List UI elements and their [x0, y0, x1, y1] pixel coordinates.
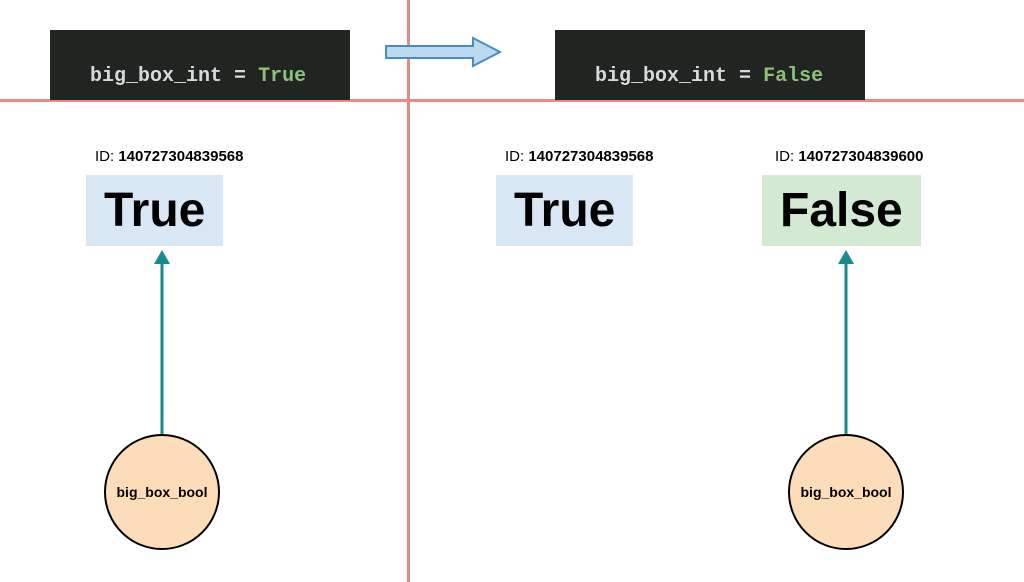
code-box-right: big_box_int = False	[555, 30, 865, 100]
code-box-left: big_box_int = True	[50, 30, 350, 100]
id-label-right-true: ID: 140727304839568	[505, 148, 653, 165]
id-label-left-true: ID: 140727304839568	[95, 148, 243, 165]
id-prefix: ID:	[95, 148, 118, 165]
vertical-divider	[407, 0, 410, 582]
id-prefix: ID:	[775, 148, 798, 165]
value-box-left-true: True	[86, 175, 223, 246]
arrow-up-icon	[150, 250, 174, 434]
value-text: True	[514, 184, 615, 237]
variable-name: big_box_bool	[801, 484, 892, 500]
code-op: =	[222, 65, 258, 88]
value-box-right-false: False	[762, 175, 921, 246]
code-var: big_box_int	[595, 65, 727, 88]
value-text: False	[780, 184, 903, 237]
variable-circle-right: big_box_bool	[788, 434, 904, 550]
code-value: False	[763, 65, 823, 88]
id-number: 140727304839568	[118, 148, 243, 165]
id-number: 140727304839600	[798, 148, 923, 165]
arrow-right-icon	[378, 34, 508, 70]
code-value: True	[258, 65, 306, 88]
id-number: 140727304839568	[528, 148, 653, 165]
variable-circle-left: big_box_bool	[104, 434, 220, 550]
code-var: big_box_int	[90, 65, 222, 88]
variable-name: big_box_bool	[117, 484, 208, 500]
code-op: =	[727, 65, 763, 88]
value-box-right-true: True	[496, 175, 633, 246]
id-label-right-false: ID: 140727304839600	[775, 148, 923, 165]
id-prefix: ID:	[505, 148, 528, 165]
arrow-up-icon	[834, 250, 858, 434]
value-text: True	[104, 184, 205, 237]
